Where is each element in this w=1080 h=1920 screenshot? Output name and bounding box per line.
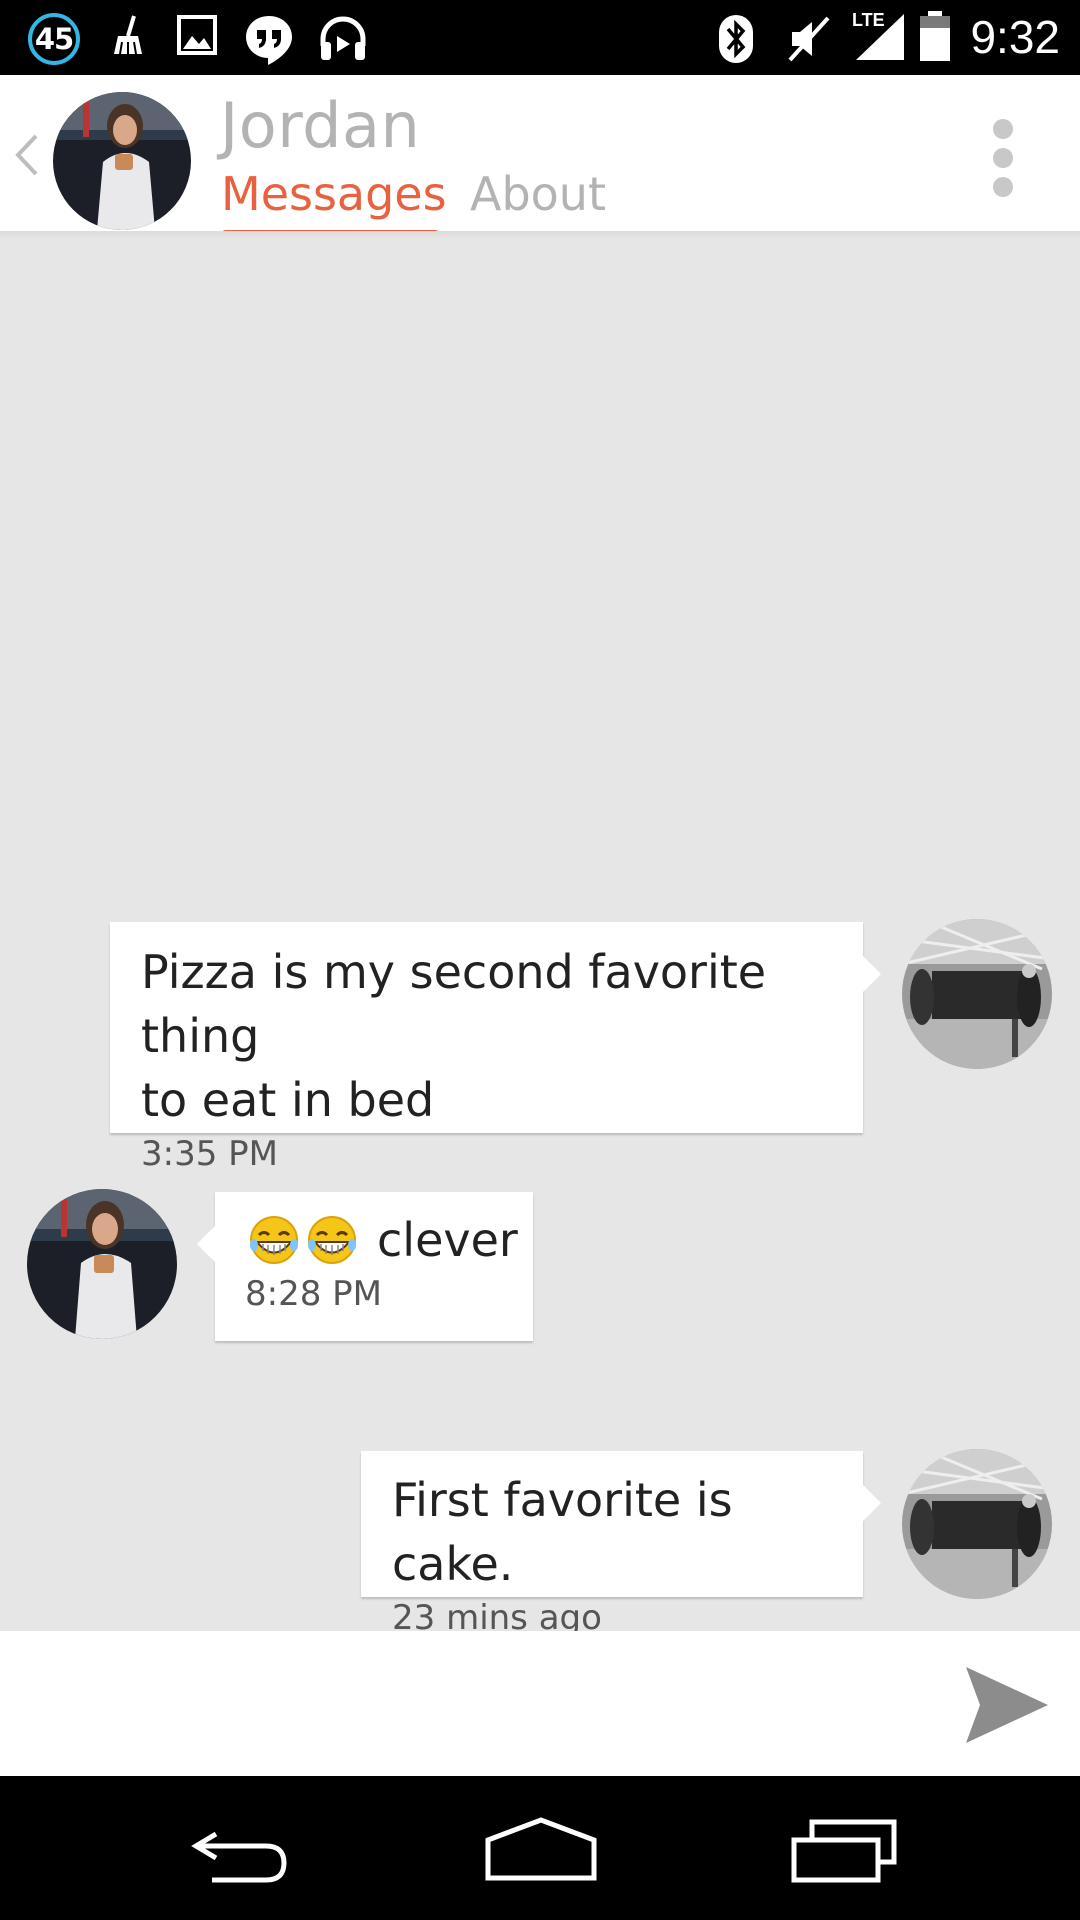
contact-avatar[interactable]: [27, 1189, 177, 1339]
my-avatar[interactable]: [902, 919, 1052, 1069]
message-bubble-outgoing[interactable]: Pizza is my second favorite thing to eat…: [110, 922, 881, 1174]
system-nav-bar: [0, 1776, 1080, 1920]
lte-signal-icon: LTE: [850, 10, 906, 62]
notification-count-badge: 45: [28, 13, 80, 65]
message-text: Pizza is my second favorite thing: [141, 945, 767, 1063]
tab-messages[interactable]: Messages: [221, 167, 447, 221]
bubble-tail: [863, 956, 881, 992]
headphones-icon: [320, 16, 366, 60]
battery-icon: [920, 11, 950, 61]
message-text: First favorite is cake.: [392, 1473, 733, 1591]
bluetooth-icon: [719, 15, 753, 63]
image-icon: [177, 15, 217, 55]
hangouts-icon: [246, 16, 292, 65]
contact-name: Jordan: [220, 89, 421, 162]
status-bar: 45 LTE 9:32: [0, 0, 1080, 75]
back-icon[interactable]: [12, 130, 42, 180]
message-timestamp: 8:28 PM: [245, 1274, 382, 1314]
compose-bar: [0, 1631, 1080, 1776]
my-avatar[interactable]: [902, 1449, 1052, 1599]
message-input[interactable]: [20, 1651, 940, 1751]
clock: 9:32: [970, 11, 1060, 63]
message-bubble-outgoing[interactable]: First favorite is cake. 23 mins ago: [361, 1451, 881, 1638]
nav-home-icon[interactable]: [484, 1816, 598, 1886]
tab-about[interactable]: About: [470, 167, 606, 221]
header-shadow: [0, 231, 1080, 239]
message-bubble-incoming[interactable]: clever 8:28 PM: [197, 1192, 533, 1341]
broom-icon: [114, 15, 142, 55]
conversation-header: Jordan Messages About: [0, 75, 1080, 239]
mute-icon: [788, 16, 830, 62]
grinning-face-emoji-icon: [250, 1216, 298, 1264]
overflow-menu-icon[interactable]: [990, 117, 1016, 199]
message-timestamp: 3:35 PM: [141, 1134, 278, 1174]
nav-back-icon[interactable]: [186, 1816, 292, 1886]
message-list[interactable]: Pizza is my second favorite thing to eat…: [0, 239, 1080, 1638]
message-text: to eat in bed: [141, 1073, 435, 1127]
bubble-tail: [197, 1226, 215, 1262]
nav-recents-icon[interactable]: [790, 1816, 898, 1886]
bubble-tail: [863, 1485, 881, 1521]
contact-avatar[interactable]: [53, 92, 191, 230]
message-text: clever: [377, 1213, 518, 1267]
send-icon[interactable]: [962, 1663, 1050, 1747]
message-content: clever: [245, 1208, 533, 1272]
grinning-face-emoji-icon: [308, 1216, 356, 1264]
